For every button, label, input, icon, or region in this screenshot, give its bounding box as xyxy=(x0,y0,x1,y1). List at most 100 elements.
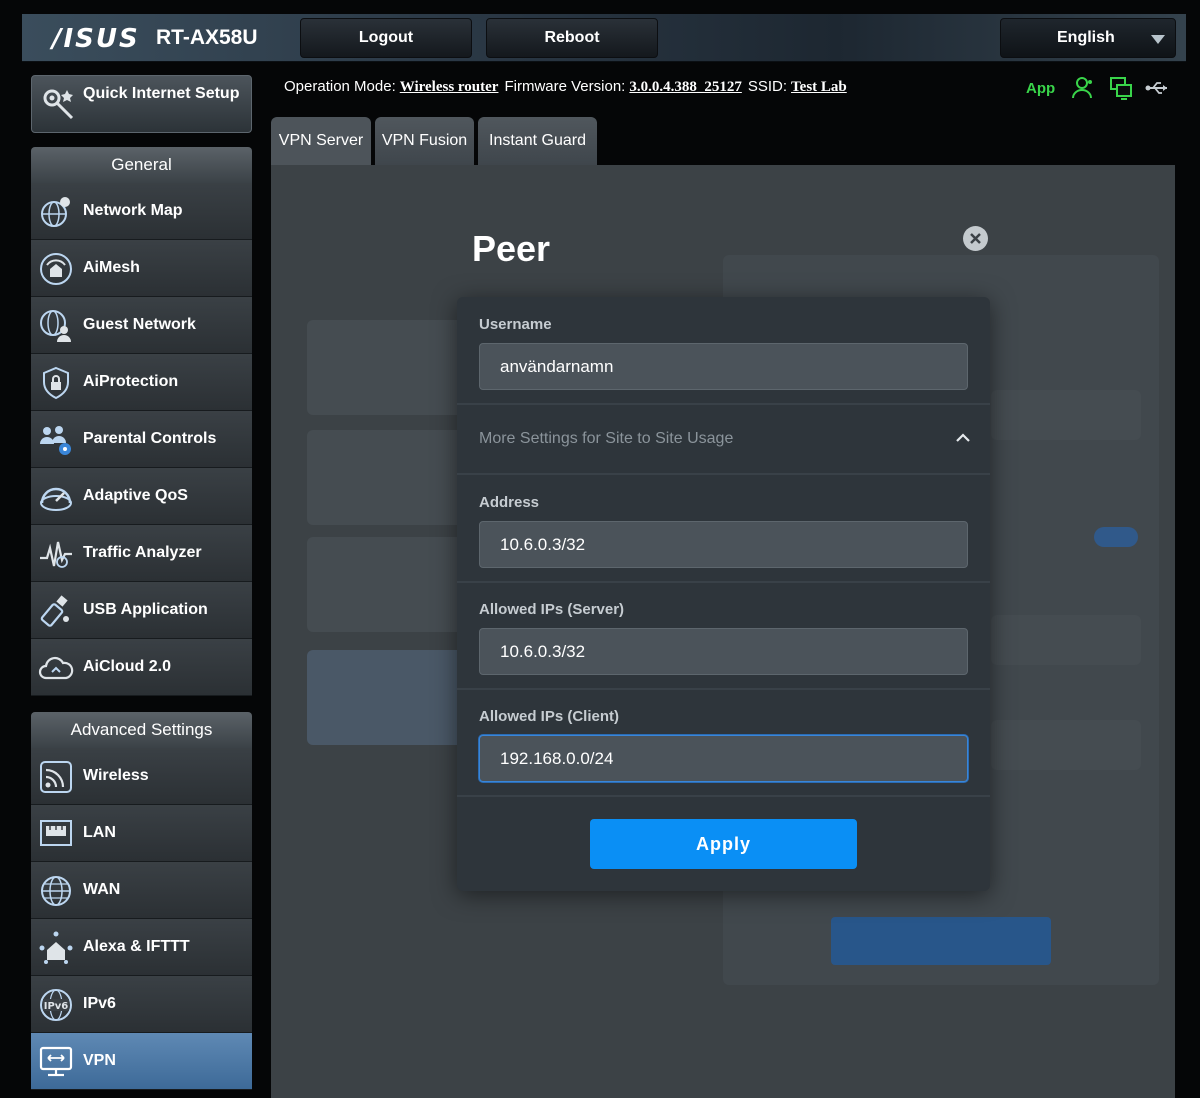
allowed-ips-client-label: Allowed IPs (Client) xyxy=(479,708,620,725)
sidebar-item-label: IPv6 xyxy=(83,995,116,1012)
allowed-ips-server-input[interactable] xyxy=(479,628,968,675)
family-icon xyxy=(40,426,71,455)
lock-shield-icon xyxy=(43,366,69,400)
pulse-icon xyxy=(40,541,72,568)
sidebar-item-aicloud[interactable]: AiCloud 2.0 xyxy=(31,639,252,696)
apply-button[interactable]: Apply xyxy=(590,819,857,869)
divider xyxy=(457,473,990,475)
quick-setup-label: Quick Internet Setup xyxy=(83,85,240,102)
divider xyxy=(457,688,990,690)
globe-pin-icon xyxy=(41,197,70,227)
divider xyxy=(457,795,990,797)
ssid-link[interactable]: Test Lab xyxy=(791,79,847,95)
sidebar-item-alexa-ifttt[interactable]: Alexa & IFTTT xyxy=(31,919,252,976)
background-card xyxy=(307,320,467,415)
sidebar-item-label: USB Application xyxy=(83,601,208,618)
sidebar-item-label: Adaptive QoS xyxy=(83,487,188,504)
tab-vpn-server[interactable]: VPN Server xyxy=(271,117,371,165)
allowed-ips-server-label: Allowed IPs (Server) xyxy=(479,601,625,618)
operation-mode-label: Operation Mode: xyxy=(284,78,396,95)
top-header: /ISUS RT-AX58U Logout Reboot English xyxy=(22,14,1186,62)
lan-icon xyxy=(40,820,72,846)
language-select[interactable]: English xyxy=(1000,18,1176,58)
sidebar-item-lan[interactable]: LAN xyxy=(31,805,252,862)
advanced-settings-header: Advanced Settings xyxy=(31,712,252,748)
address-input[interactable] xyxy=(479,521,968,568)
sidebar-item-label: Network Map xyxy=(83,202,183,219)
more-settings-toggle[interactable]: More Settings for Site to Site Usage xyxy=(457,405,990,475)
modal-title: Peer xyxy=(472,228,551,269)
sidebar-item-label: VPN xyxy=(83,1052,116,1069)
logout-button[interactable]: Logout xyxy=(300,18,472,58)
user-icon[interactable] xyxy=(1071,76,1095,100)
status-icons: App xyxy=(1026,76,1171,100)
sidebar-item-guest-network[interactable]: Guest Network xyxy=(31,297,252,354)
sidebar-item-label: Parental Controls xyxy=(83,430,217,447)
sidebar-item-label: WAN xyxy=(83,881,121,898)
background-field xyxy=(991,615,1141,665)
sidebar-item-usb-application[interactable]: USB Application xyxy=(31,582,252,639)
sidebar-item-label: Wireless xyxy=(83,767,149,784)
general-section-header: General xyxy=(31,147,252,183)
svg-text:IPv6: IPv6 xyxy=(44,1001,69,1012)
background-card xyxy=(307,650,467,745)
quick-internet-setup-button[interactable]: Quick Internet Setup xyxy=(31,75,252,133)
background-card xyxy=(307,537,467,632)
sidebar-item-aiprotection[interactable]: AiProtection xyxy=(31,354,252,411)
sidebar-item-label: Alexa & IFTTT xyxy=(83,938,190,955)
allowed-ips-client-input[interactable] xyxy=(479,735,968,782)
wan-globe-icon xyxy=(41,876,71,906)
tab-instant-guard[interactable]: Instant Guard xyxy=(478,117,597,165)
app-link[interactable]: App xyxy=(1026,80,1055,97)
background-field xyxy=(991,390,1141,440)
advanced-menu: Wireless LAN WAN Alexa & IFTTT IPv6 IPv6… xyxy=(31,748,252,1090)
sidebar-item-label: Guest Network xyxy=(83,316,196,333)
network-devices-icon[interactable] xyxy=(1109,76,1133,100)
ssid-label: SSID: xyxy=(747,78,788,95)
asus-logo: /ISUS xyxy=(52,24,140,54)
background-toggle xyxy=(1094,527,1138,547)
background-field xyxy=(991,720,1141,770)
guest-globe-icon xyxy=(40,310,71,342)
operation-mode-link[interactable]: Wireless router xyxy=(400,79,499,95)
sidebar-item-wan[interactable]: WAN xyxy=(31,862,252,919)
dropdown-arrow-icon xyxy=(1151,35,1165,44)
sidebar-item-ipv6[interactable]: IPv6 IPv6 xyxy=(31,976,252,1033)
sidebar-item-vpn[interactable]: VPN xyxy=(31,1033,252,1090)
general-menu: Network Map AiMesh Guest Network AiProte… xyxy=(31,183,252,696)
close-icon xyxy=(970,233,981,244)
status-bar: Operation Mode: Wireless router Firmware V… xyxy=(284,78,853,96)
ipv6-icon: IPv6 xyxy=(40,989,72,1021)
sidebar-item-traffic-analyzer[interactable]: Traffic Analyzer xyxy=(31,525,252,582)
sidebar-item-label: Traffic Analyzer xyxy=(83,544,202,561)
vpn-monitor-icon xyxy=(39,1046,73,1077)
peer-modal: Username More Settings for Site to Site … xyxy=(457,297,990,891)
background-button xyxy=(831,917,1051,965)
sidebar-item-label: AiCloud 2.0 xyxy=(83,658,172,675)
sidebar-item-parental-controls[interactable]: Parental Controls xyxy=(31,411,252,468)
wand-gear-icon xyxy=(43,89,74,120)
username-label: Username xyxy=(479,316,552,333)
tab-vpn-fusion[interactable]: VPN Fusion xyxy=(375,117,474,165)
sidebar-item-label: LAN xyxy=(83,824,116,841)
sidebar-item-wireless[interactable]: Wireless xyxy=(31,748,252,805)
username-input[interactable] xyxy=(479,343,968,390)
close-button[interactable] xyxy=(963,226,988,251)
firmware-label: Firmware Version: xyxy=(504,78,626,95)
firmware-version-link[interactable]: 3.0.0.4.388_25127 xyxy=(629,79,742,95)
cloud-icon xyxy=(38,656,74,680)
background-card xyxy=(307,430,467,525)
usb-icon[interactable] xyxy=(1145,76,1171,100)
reboot-button[interactable]: Reboot xyxy=(486,18,658,58)
sidebar-item-label: AiMesh xyxy=(83,259,140,276)
sidebar-item-aimesh[interactable]: AiMesh xyxy=(31,240,252,297)
usb-drive-icon xyxy=(40,595,69,627)
address-label: Address xyxy=(479,494,540,511)
more-settings-label: More Settings for Site to Site Usage xyxy=(479,430,734,447)
sidebar-item-network-map[interactable]: Network Map xyxy=(31,183,252,240)
sidebar-item-label: AiProtection xyxy=(83,373,179,390)
chevron-up-icon xyxy=(956,433,970,442)
router-model: RT-AX58U xyxy=(156,26,258,49)
smart-home-icon xyxy=(39,931,73,964)
sidebar-item-adaptive-qos[interactable]: Adaptive QoS xyxy=(31,468,252,525)
